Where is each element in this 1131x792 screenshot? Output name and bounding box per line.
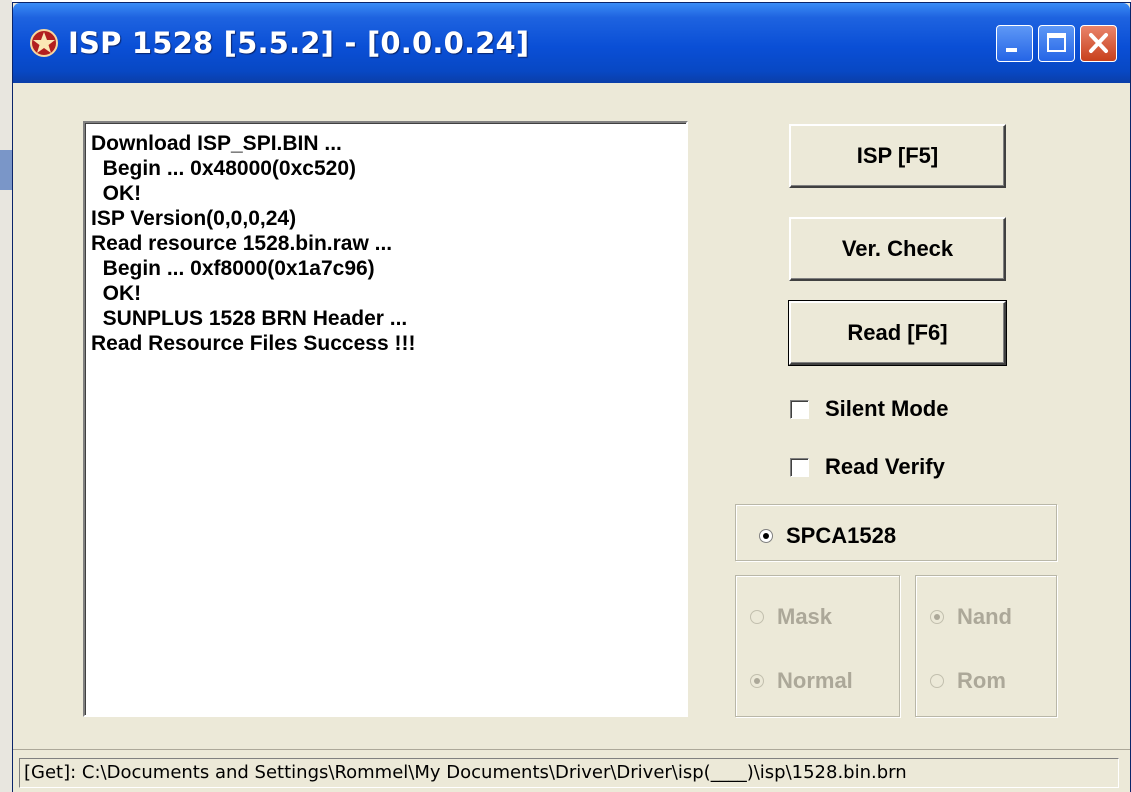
isp-window: ISP 1528 [5.5.2] - [0.0.0.24] Download I…	[12, 2, 1131, 792]
rom-radio-dot[interactable]	[930, 674, 944, 688]
maximize-button[interactable]	[1038, 25, 1075, 62]
mask-radio-dot[interactable]	[750, 610, 764, 624]
close-icon	[1089, 33, 1108, 53]
silent-mode-label: Silent Mode	[825, 396, 949, 421]
log-line: OK!	[91, 182, 142, 205]
log-line: Begin ... 0xf8000(0x1a7c96)	[91, 257, 375, 280]
read-verify-checkbox-box[interactable]	[790, 457, 809, 477]
spca1528-radio[interactable]: SPCA1528	[759, 523, 896, 549]
title-bar[interactable]: ISP 1528 [5.5.2] - [0.0.0.24]	[13, 3, 1130, 83]
mask-label: Mask	[777, 604, 833, 629]
log-line: OK!	[91, 282, 142, 305]
status-bar: [Get]: C:\Documents and Settings\Rommel\…	[13, 749, 1130, 792]
nand-label: Nand	[957, 604, 1012, 629]
read-button[interactable]: Read [F6]	[788, 300, 1007, 366]
spca1528-label: SPCA1528	[786, 523, 897, 548]
mask-radio[interactable]: Mask	[750, 604, 832, 630]
log-line: SUNPLUS 1528 BRN Header ...	[91, 307, 408, 330]
status-path: [Get]: C:\Documents and Settings\Rommel\…	[19, 758, 1119, 788]
nand-radio[interactable]: Nand	[930, 604, 1012, 630]
background-window-fragment	[0, 150, 12, 190]
log-line: Begin ... 0x48000(0xc520)	[91, 157, 356, 180]
isp-button[interactable]: ISP [F5]	[789, 124, 1006, 188]
log-line: Read Resource Files Success !!!	[91, 332, 416, 355]
rom-radio[interactable]: Rom	[930, 668, 1006, 694]
ver-check-button[interactable]: Ver. Check	[789, 217, 1006, 281]
close-button[interactable]	[1080, 25, 1117, 62]
window-title: ISP 1528 [5.5.2] - [0.0.0.24]	[68, 26, 530, 60]
log-output[interactable]: Download ISP_SPI.BIN ... Begin ... 0x480…	[83, 121, 688, 717]
log-line: Download ISP_SPI.BIN ...	[91, 132, 342, 155]
read-verify-label: Read Verify	[825, 454, 945, 479]
silent-mode-checkbox[interactable]: Silent Mode	[790, 396, 948, 422]
storage-group	[915, 575, 1057, 717]
maximize-icon	[1047, 33, 1066, 52]
minimize-icon	[1006, 48, 1017, 52]
silent-mode-checkbox-box[interactable]	[790, 399, 809, 419]
nand-radio-dot[interactable]	[930, 610, 944, 624]
log-line: ISP Version(0,0,0,24)	[91, 207, 297, 230]
normal-radio[interactable]: Normal	[750, 668, 853, 694]
rom-label: Rom	[957, 668, 1006, 693]
mode-group	[735, 575, 900, 717]
normal-label: Normal	[777, 668, 853, 693]
spca1528-radio-dot[interactable]	[759, 529, 773, 543]
app-star-icon	[30, 29, 58, 57]
background-window-edge	[0, 0, 12, 792]
read-verify-checkbox[interactable]: Read Verify	[790, 454, 945, 480]
minimize-button[interactable]	[996, 25, 1033, 62]
log-line: Read resource 1528.bin.raw ...	[91, 232, 393, 255]
normal-radio-dot[interactable]	[750, 674, 764, 688]
